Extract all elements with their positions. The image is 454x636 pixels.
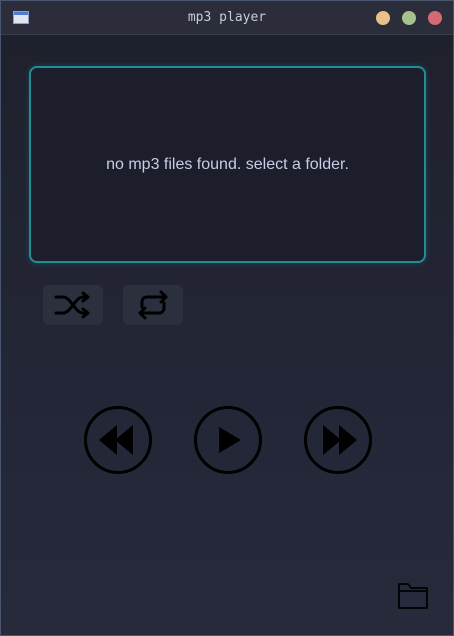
next-button[interactable] bbox=[304, 406, 372, 474]
track-display: no mp3 files found. select a folder. bbox=[29, 66, 426, 263]
status-message: no mp3 files found. select a folder. bbox=[106, 156, 349, 173]
app-window: mp3 player no mp3 files found. select a … bbox=[0, 0, 454, 636]
previous-button[interactable] bbox=[84, 406, 152, 474]
play-button[interactable] bbox=[194, 406, 262, 474]
rewind-icon bbox=[84, 406, 152, 474]
open-folder-button[interactable] bbox=[396, 579, 430, 611]
folder-icon bbox=[398, 583, 428, 609]
maximize-button[interactable] bbox=[402, 11, 416, 25]
minimize-button[interactable] bbox=[376, 11, 390, 25]
fast-forward-icon bbox=[304, 406, 372, 474]
repeat-button[interactable] bbox=[123, 285, 183, 325]
title-bar[interactable]: mp3 player bbox=[1, 1, 453, 35]
shuffle-icon bbox=[54, 291, 90, 319]
play-icon bbox=[194, 406, 262, 474]
shuffle-button[interactable] bbox=[43, 285, 103, 325]
repeat-icon bbox=[138, 290, 168, 320]
close-button[interactable] bbox=[428, 11, 442, 25]
